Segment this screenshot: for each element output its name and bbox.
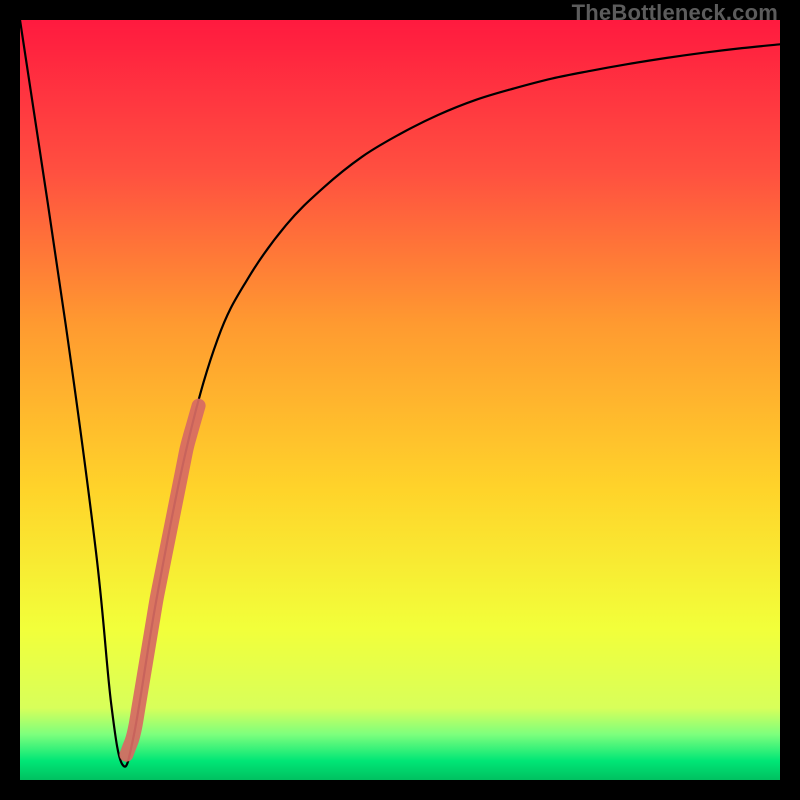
figure-frame: TheBottleneck.com (0, 0, 800, 800)
bottleneck-chart (20, 20, 780, 780)
plot-area (20, 20, 780, 780)
